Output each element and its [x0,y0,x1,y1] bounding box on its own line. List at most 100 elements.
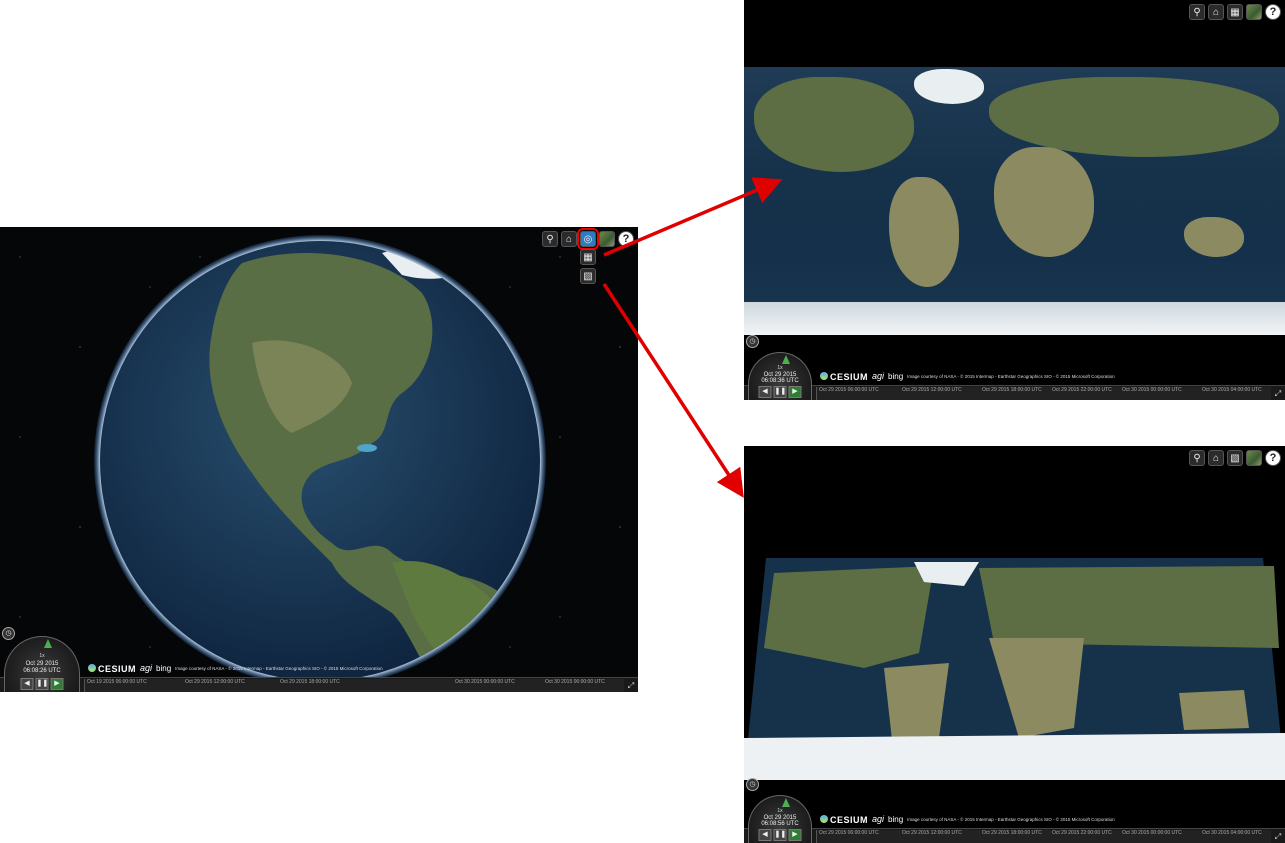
cesium-logo[interactable]: CESIUM [88,659,136,677]
agi-logo[interactable]: agi [872,814,884,824]
map-2d-viewer[interactable]: ⚲ ⌂ ▦ ? CESIUM agi bing Image courtesy o… [744,0,1285,400]
timeline-label: Oct 29 2015 06:00:00 UTC [819,387,879,393]
attribution-text: Image courtesy of NASA - © 2015 Intermap… [907,816,1115,822]
timeline[interactable]: Oct 19 2015 06:00:00 UTC Oct 29 2015 12:… [84,679,624,692]
cesium-logo-icon [88,663,96,672]
world-map-2d[interactable] [744,67,1285,335]
bing-logo[interactable]: bing [156,664,171,673]
cesium-logo-icon [820,371,828,380]
animation-date: Oct 29 2015 [25,661,59,667]
grid-2d-icon[interactable]: ▦ [1227,4,1243,20]
credits: CESIUM agi bing Image courtesy of NASA -… [88,659,383,677]
cesium-logo-icon [820,814,828,823]
help-button[interactable]: ? [1265,450,1281,466]
play-button[interactable]: ▶ [788,829,802,841]
animation-time: 06:08:56 UTC [761,821,799,827]
antarctica [744,302,1285,335]
animation-speed: 1x [777,365,783,371]
imagery-icon[interactable] [1246,450,1262,466]
attribution-text: Image courtesy of NASA - © 2015 Intermap… [175,665,383,671]
animation-speed: 1x [39,653,45,659]
search-icon[interactable]: ⚲ [542,231,558,247]
columbus-view-icon[interactable]: ▧ [580,268,596,284]
timeline-label: Oct 29 2015 06:00:00 UTC [819,830,879,836]
credits: CESIUM agi bing Image courtesy of NASA -… [820,367,1115,385]
cesium-toolbar: ⚲ ⌂ ▧ ? [1189,450,1281,466]
pause-button[interactable]: ❚❚ [773,386,787,398]
shuttle-needle-icon[interactable] [782,355,790,364]
animation-widget[interactable]: 1x Oct 29 2015 06:08:36 UTC ◀ ❚❚ ▶ [748,352,812,400]
globe-icon[interactable]: ◎ [577,228,599,250]
search-icon[interactable]: ⚲ [1189,4,1205,20]
columbus-view-icon[interactable]: ▧ [1227,450,1243,466]
australia [1184,217,1244,257]
help-button[interactable]: ? [618,231,634,247]
north-america [754,77,914,172]
fullscreen-icon[interactable]: ⤢ [1273,832,1283,842]
timeline-label: Oct 30 2015 06:00:00 UTC [545,679,605,685]
grid-2d-icon[interactable]: ▦ [580,249,596,265]
bottom-bar: Oct 19 2015 06:00:00 UTC Oct 29 2015 12:… [0,677,638,692]
timeline-label: Oct 29 2015 22:00:00 UTC [1052,387,1112,393]
earth-globe[interactable] [92,233,548,689]
reverse-button[interactable]: ◀ [20,678,34,690]
timeline-label: Oct 30 2015 00:00:00 UTC [1122,830,1182,836]
bing-logo[interactable]: bing [888,372,903,381]
animation-time: 06:08:26 UTC [23,668,61,674]
home-icon[interactable]: ⌂ [1208,450,1224,466]
imagery-icon[interactable] [599,231,615,247]
scene-mode-dropdown: ▦ ▧ [580,249,596,284]
timeline-label: Oct 29 2015 12:00:00 UTC [902,830,962,836]
search-icon[interactable]: ⚲ [1189,450,1205,466]
cesium-logo[interactable]: CESIUM [820,367,868,385]
africa [994,147,1094,257]
timeline-label: Oct 30 2015 00:00:00 UTC [455,679,515,685]
cesium-toolbar: ⚲ ⌂ ◎ ? [542,228,634,250]
timeline[interactable]: Oct 29 2015 06:00:00 UTC Oct 29 2015 12:… [816,830,1271,843]
bottom-bar: Oct 29 2015 06:00:00 UTC Oct 29 2015 12:… [744,385,1285,400]
agi-logo[interactable]: agi [140,663,152,673]
timeline[interactable]: Oct 29 2015 06:00:00 UTC Oct 29 2015 12:… [816,387,1271,400]
bottom-bar: Oct 29 2015 06:00:00 UTC Oct 29 2015 12:… [744,828,1285,843]
timeline-label: Oct 29 2015 18:00:00 UTC [982,387,1042,393]
timeline-label: Oct 30 2015 04:00:00 UTC [1202,387,1262,393]
animation-widget[interactable]: 1x Oct 29 2015 06:08:56 UTC ◀ ❚❚ ▶ [748,795,812,843]
eurasia [989,77,1279,157]
timeline-label: Oct 30 2015 04:00:00 UTC [1202,830,1262,836]
shuttle-needle-icon[interactable] [44,639,52,648]
shuttle-needle-icon[interactable] [782,798,790,807]
home-icon[interactable]: ⌂ [1208,4,1224,20]
south-america [889,177,959,287]
play-button[interactable]: ▶ [788,386,802,398]
bing-logo[interactable]: bing [888,815,903,824]
world-map-columbus[interactable] [744,558,1285,780]
imagery-icon[interactable] [1246,4,1262,20]
pause-button[interactable]: ❚❚ [35,678,49,690]
timeline-label: Oct 29 2015 18:00:00 UTC [982,830,1042,836]
clock-icon[interactable]: ◷ [746,335,759,348]
animation-time: 06:08:36 UTC [761,378,799,384]
globe-3d-viewer[interactable]: ⚲ ⌂ ◎ ? ▦ ▧ CESIUM agi bing Image courte… [0,227,638,692]
fullscreen-icon[interactable]: ⤢ [626,681,636,691]
timeline-label: Oct 29 2015 12:00:00 UTC [185,679,245,685]
cesium-logo[interactable]: CESIUM [820,810,868,828]
play-button[interactable]: ▶ [50,678,64,690]
reverse-button[interactable]: ◀ [758,829,772,841]
columbus-view-viewer[interactable]: ⚲ ⌂ ▧ ? CESIUM agi bing Image courtesy o… [744,446,1285,843]
timeline-label: Oct 19 2015 06:00:00 UTC [87,679,147,685]
attribution-text: Image courtesy of NASA - © 2015 Intermap… [907,373,1115,379]
fullscreen-icon[interactable]: ⤢ [1273,389,1283,399]
help-button[interactable]: ? [1265,4,1281,20]
greenland [914,69,984,104]
home-icon[interactable]: ⌂ [561,231,577,247]
pause-button[interactable]: ❚❚ [773,829,787,841]
clock-icon[interactable]: ◷ [746,778,759,791]
cesium-toolbar: ⚲ ⌂ ▦ ? [1189,4,1281,20]
timeline-label: Oct 29 2015 22:00:00 UTC [1052,830,1112,836]
clock-icon[interactable]: ◷ [2,627,15,640]
credits: CESIUM agi bing Image courtesy of NASA -… [820,810,1115,828]
agi-logo[interactable]: agi [872,371,884,381]
reverse-button[interactable]: ◀ [758,386,772,398]
timeline-label: Oct 29 2015 18:00:00 UTC [280,679,340,685]
timeline-label: Oct 30 2015 00:00:00 UTC [1122,387,1182,393]
